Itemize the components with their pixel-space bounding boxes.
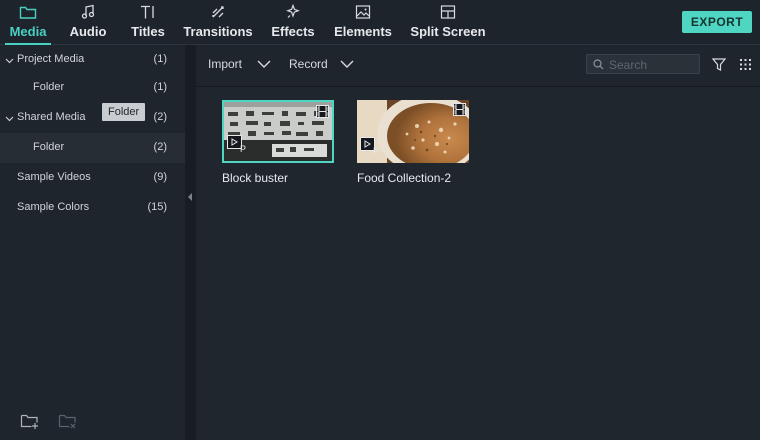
tree-item-count: (2)	[153, 111, 167, 123]
collapse-arrow-icon[interactable]	[188, 193, 192, 201]
new-folder-icon[interactable]	[20, 412, 40, 435]
tree-item-count: (9)	[153, 171, 167, 183]
search-box[interactable]	[586, 54, 700, 74]
tree-item-project-media[interactable]: Project Media (1)	[0, 45, 185, 75]
tree-item-label: Shared Media	[17, 111, 86, 123]
media-item-food-collection-2[interactable]: P Food Collection-2	[357, 100, 469, 185]
import-dropdown[interactable]: Import	[208, 57, 271, 71]
chevron-down-icon[interactable]	[5, 55, 14, 67]
svg-text:P: P	[240, 144, 246, 153]
tab-label: Split Screen	[410, 24, 486, 39]
transitions-icon	[210, 4, 226, 25]
media-toolbar: Import Record	[196, 45, 760, 87]
tree-item-label: Sample Videos	[17, 171, 91, 183]
media-thumbnail[interactable]: P	[357, 100, 469, 163]
tree-item-count: (1)	[153, 81, 167, 93]
tab-transitions[interactable]: Transitions	[183, 0, 253, 44]
media-title: Food Collection-2	[357, 171, 452, 185]
chevron-down-icon[interactable]	[5, 113, 14, 125]
tree-item-sample-videos[interactable]: Sample Videos (9)	[0, 163, 185, 193]
tab-label: Elements	[334, 24, 392, 39]
media-grid: P Block buster P Food Collection-2	[196, 87, 760, 440]
filter-icon[interactable]	[711, 58, 727, 76]
media-item-block-buster[interactable]: P Block buster	[222, 100, 334, 185]
media-library-tree: Project Media (1) Folder (1) Shared Medi…	[0, 45, 185, 440]
search-icon	[593, 59, 604, 70]
grid-view-icon[interactable]	[739, 58, 752, 76]
media-title: Block buster	[222, 171, 289, 185]
split-screen-icon	[440, 4, 456, 25]
tree-item-sample-colors[interactable]: Sample Colors (15)	[0, 193, 185, 223]
tree-item-folder[interactable]: Folder (1)	[0, 73, 185, 103]
export-button[interactable]: EXPORT	[682, 11, 752, 33]
tab-label: Audio	[69, 24, 107, 39]
panel-splitter[interactable]	[185, 45, 196, 440]
tree-item-label: Folder	[33, 141, 65, 153]
chevron-down-icon	[257, 60, 271, 68]
music-note-icon	[80, 4, 96, 25]
chevron-down-icon	[340, 60, 354, 68]
media-thumbnail[interactable]: P	[222, 100, 334, 163]
proxy-play-icon: P	[360, 137, 380, 160]
delete-folder-icon[interactable]	[58, 412, 78, 435]
tab-media[interactable]: Media	[5, 0, 51, 45]
folder-icon	[19, 4, 37, 25]
tab-label: Titles	[131, 24, 165, 39]
tree-item-folder[interactable]: Folder (2)	[0, 133, 185, 163]
text-cursor-icon	[139, 4, 157, 25]
top-tab-bar: Media Audio Titles Transitions Effects E…	[0, 0, 760, 45]
tree-item-label: Sample Colors	[17, 201, 90, 213]
tree-item-count: (2)	[153, 141, 167, 153]
import-label: Import	[208, 57, 243, 71]
tab-split-screen[interactable]: Split Screen	[409, 0, 487, 44]
search-input[interactable]	[609, 57, 697, 72]
tab-label: Media	[9, 24, 47, 39]
video-film-icon	[453, 103, 466, 121]
record-dropdown[interactable]: Record	[289, 57, 354, 71]
tab-effects[interactable]: Effects	[269, 0, 317, 44]
tree-item-shared-media[interactable]: Shared Media (2)	[0, 103, 185, 133]
tab-titles[interactable]: Titles	[127, 0, 169, 44]
tab-label: Effects	[271, 24, 315, 39]
video-film-icon	[316, 105, 329, 123]
tab-elements[interactable]: Elements	[333, 0, 393, 44]
tree-item-label: Project Media	[17, 53, 85, 65]
image-icon	[355, 4, 371, 25]
record-label: Record	[289, 57, 328, 71]
sparkle-icon	[285, 3, 301, 25]
tree-item-count: (15)	[147, 201, 167, 213]
tab-audio[interactable]: Audio	[67, 0, 109, 44]
tab-label: Transitions	[183, 24, 253, 39]
tree-item-label: Folder	[33, 81, 65, 93]
proxy-play-icon: P	[227, 135, 247, 158]
svg-text:P: P	[373, 146, 379, 155]
tree-item-count: (1)	[153, 53, 167, 65]
tooltip: Folder	[102, 103, 146, 121]
